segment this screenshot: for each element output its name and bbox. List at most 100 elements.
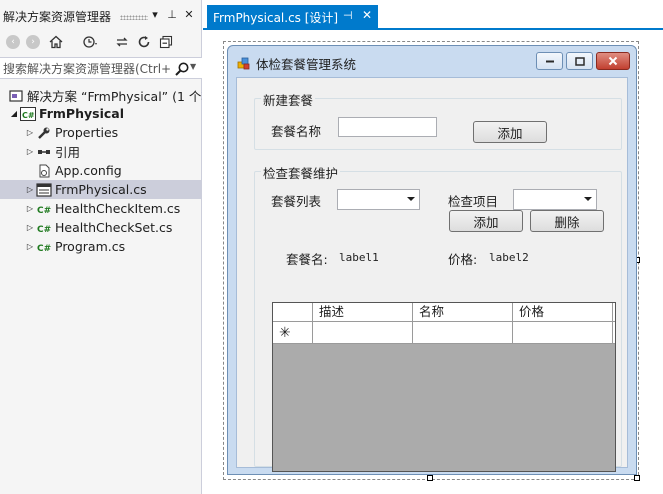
delete-item-button[interactable]: 删除 [530,210,604,232]
form-client-area: 新建套餐 套餐名称 添加 检查套餐维护 套餐列表 检查项目 添加 删除 套餐名:… [236,77,628,472]
tree-item-label: Program.cs [55,239,126,254]
grid-header-row: 描述 名称 价格 [273,303,615,322]
grid-cell[interactable] [313,322,413,343]
form-app-icon [237,56,251,70]
svg-text:C#: C# [37,244,51,254]
solution-explorer-search-box: ▼ [0,57,202,79]
set-name-value-label: label1 [339,251,379,264]
auto-hide-pin-icon[interactable]: ⊥ [166,8,178,21]
add-set-button[interactable]: 添加 [473,121,547,143]
new-set-group-caption: 新建套餐 [261,90,316,109]
csharp-project-icon: C# [20,106,36,122]
tree-item-label: HealthCheckItem.cs [55,201,181,216]
tree-item-label: 解决方案 “FrmPhysical” (1 个项目) [27,89,202,104]
set-list-label: 套餐列表 [271,194,322,209]
tree-item-label: HealthCheckSet.cs [55,220,173,235]
tree-expand-icon[interactable]: ▷ [24,127,36,139]
tree-item[interactable]: ▷ Properties [0,123,202,142]
tree-item-label: FrmPhysical [39,106,124,121]
refresh-icon[interactable] [136,34,152,50]
designer-surface[interactable]: 体检套餐管理系统 新建套餐 套餐名称 添加 检查套餐维护 套餐列表 检查项目 添… [203,30,663,494]
grid-cell[interactable] [513,322,613,343]
tree-item[interactable]: App.config [0,161,202,180]
resize-handle-bottom[interactable] [427,475,433,481]
set-list-combobox[interactable] [337,189,420,210]
tree-expand-icon[interactable]: ▷ [24,203,36,215]
tree-expander-placeholder [24,165,36,177]
solution-explorer-panel: 解决方案资源管理器 ▾ ⊥ ✕ ‹ › ▼ 解决方案 “FrmPhysical”… [0,0,202,494]
maximize-button[interactable] [566,52,593,70]
solution-icon [8,88,24,104]
minimize-button[interactable] [536,52,563,70]
items-data-grid[interactable]: 描述 名称 价格 ✳ [272,302,616,472]
tree-expand-icon[interactable]: ▷ [24,222,36,234]
check-item-combobox[interactable] [513,189,597,210]
price-caption: 价格: [448,252,478,267]
document-tab-strip: FrmPhysical.cs [设计] ⊣ ✕ [203,0,663,30]
sync-icon[interactable] [114,34,130,50]
close-panel-icon[interactable]: ✕ [183,8,195,21]
tree-item[interactable]: ▷ C# HealthCheckSet.cs [0,218,202,237]
resize-handle-bottom-right[interactable] [634,475,640,481]
back-icon[interactable]: ‹ [5,34,21,50]
grid-column-header[interactable]: 价格 [513,303,613,321]
tree-item[interactable]: ▷ C# Program.cs [0,237,202,256]
config-icon [36,163,52,179]
set-name-input[interactable] [338,117,437,137]
close-tab-icon[interactable]: ✕ [362,8,372,22]
grid-cell[interactable] [413,322,513,343]
tree-item[interactable]: ▷ C# HealthCheckItem.cs [0,199,202,218]
tree-collapse-icon[interactable]: ◢ [8,108,20,120]
add-item-button[interactable]: 添加 [449,210,523,232]
solution-explorer-title: 解决方案资源管理器 [3,10,112,24]
tree-expand-icon[interactable]: ▷ [24,184,36,196]
tree-item-label: Properties [55,125,119,140]
tree-item-label: FrmPhysical.cs [55,182,147,197]
csharp-file-icon: C# [36,201,52,217]
tree-item-label: 引用 [55,145,81,160]
maintain-set-group-caption: 检查套餐维护 [261,163,341,182]
search-icon[interactable] [174,61,190,77]
tree-expand-icon[interactable]: ▷ [24,146,36,158]
grid-column-header[interactable]: 描述 [313,303,413,321]
search-options-dropdown-icon[interactable]: ▼ [190,62,196,71]
form-title: 体检套餐管理系统 [256,57,357,72]
solution-explorer-search-input[interactable] [3,60,171,77]
grid-corner-cell[interactable] [273,303,313,321]
tree-item[interactable]: ▷ 引用 [0,142,202,161]
tree-item-label: App.config [55,163,122,178]
set-name-caption: 套餐名: [286,252,328,267]
window-position-dropdown-icon[interactable]: ▾ [149,8,161,21]
document-area: FrmPhysical.cs [设计] ⊣ ✕ 体检套餐管理系统 新建套餐 套餐… [203,0,663,494]
price-value-label: label2 [489,251,529,264]
svg-text:C#: C# [37,206,51,216]
form-icon [36,182,52,198]
collapse-all-icon[interactable] [158,34,174,50]
tab-label: FrmPhysical.cs [设计] [213,11,339,25]
pin-tab-icon[interactable]: ⊣ [343,9,353,22]
check-item-label: 检查项目 [448,194,499,209]
winform-window[interactable]: 体检套餐管理系统 新建套餐 套餐名称 添加 检查套餐维护 套餐列表 检查项目 添… [227,45,637,475]
tree-item[interactable]: 解决方案 “FrmPhysical” (1 个项目) [0,86,202,105]
csharp-file-icon: C# [36,239,52,255]
panel-drag-grip[interactable] [120,15,148,20]
chevron-down-icon[interactable] [407,197,415,201]
csharp-file-icon: C# [36,220,52,236]
tree-expand-icon[interactable]: ▷ [24,241,36,253]
tree-item[interactable]: ▷ FrmPhysical.cs [0,180,202,199]
history-icon[interactable] [82,34,98,50]
close-window-button[interactable] [596,52,630,70]
set-name-label: 套餐名称 [271,124,322,139]
tab-frmphysical-designer[interactable]: FrmPhysical.cs [设计] ⊣ ✕ [207,5,378,29]
grid-new-row: ✳ [273,322,615,344]
tree-item[interactable]: ◢ C# FrmPhysical [0,104,202,123]
references-icon [36,144,52,160]
chevron-down-icon[interactable] [584,197,592,201]
new-row-marker-icon[interactable]: ✳ [273,322,313,343]
svg-text:C#: C# [37,225,51,235]
svg-text:C#: C# [22,111,35,120]
grid-column-header[interactable]: 名称 [413,303,513,321]
solution-explorer-title-bar: 解决方案资源管理器 ▾ ⊥ ✕ [0,5,202,27]
home-icon[interactable] [48,34,64,50]
forward-icon[interactable]: › [25,34,41,50]
